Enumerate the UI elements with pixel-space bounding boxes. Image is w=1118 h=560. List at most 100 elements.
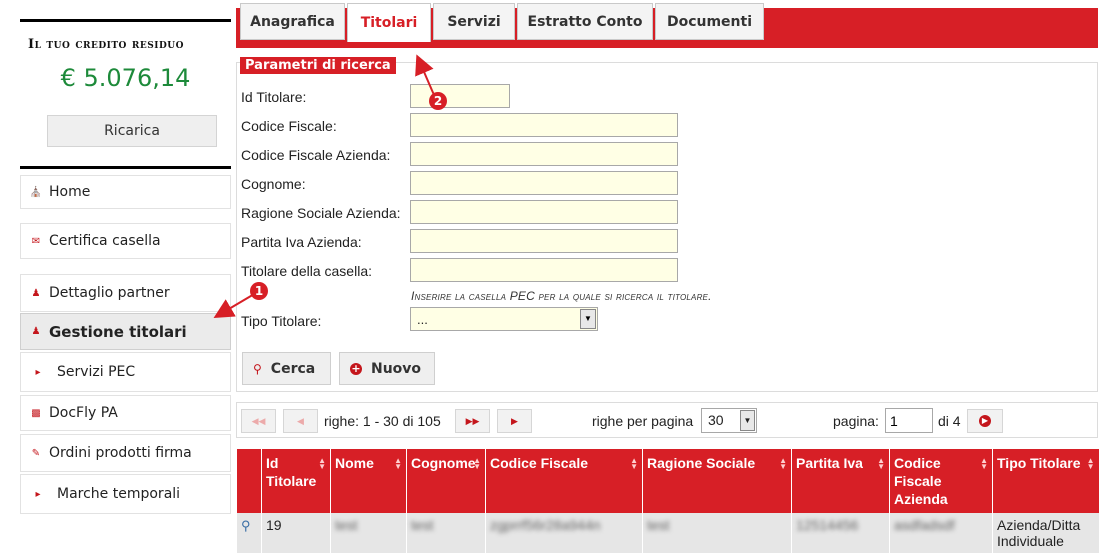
nav-item-label: Dettaglio partner (49, 285, 170, 301)
ragione-sociale-input[interactable] (410, 200, 678, 224)
pen-icon: ✎ (31, 447, 41, 459)
nav-item-label: Gestione titolari (49, 322, 187, 341)
search-button[interactable]: ⚲ Cerca (242, 352, 331, 385)
tab-documenti[interactable]: Documenti (655, 3, 764, 40)
codice-fiscale-input[interactable] (410, 113, 678, 137)
nav-item-gestione-titolari[interactable]: ♟ Gestione titolari (20, 313, 231, 350)
tipo-titolare-label: Tipo Titolare: (241, 313, 322, 329)
nav-item-label: Marche temporali (57, 486, 181, 502)
arrow-right-circle-icon: ▶ (979, 415, 991, 427)
sort-icon: ▲ ▼ (1086, 456, 1095, 471)
search-heading: Parametri di ricerca (240, 57, 396, 74)
column-header[interactable]: Partita Iva ▲ ▼ (791, 449, 890, 513)
nav-item-ordini-prodotti-firma[interactable]: ✎ Ordini prodotti firma (20, 434, 231, 472)
nav-item-home[interactable]: ⛪ Home (20, 175, 231, 209)
recharge-button[interactable]: Ricarica (47, 115, 217, 147)
column-header[interactable]: Codice Fiscale ▲ ▼ (485, 449, 643, 513)
table-header-icon-col (236, 449, 262, 513)
search-panel (236, 62, 1098, 392)
user-icon: ♟ (31, 287, 41, 299)
results-table: Id Titolare ▲ ▼ Nome ▲ ▼ Cognome ▲ ▼ Codice Fi… (236, 449, 1099, 553)
chevron-down-icon[interactable]: ▼ (740, 410, 755, 431)
table-row[interactable]: ⚲ 19 test test zgprrf56r28a944n test 125… (236, 513, 1099, 553)
codice-fiscale-azienda-label: Codice Fiscale Azienda: (241, 147, 391, 163)
last-page-button[interactable]: ▶ (497, 409, 532, 433)
credit-value: € 5.076,14 (60, 64, 191, 92)
cognome-input[interactable] (410, 171, 678, 195)
zoom-icon[interactable]: ⚲ (241, 518, 251, 533)
rows-per-page-value: 30 (708, 412, 724, 428)
partita-iva-label: Partita Iva Azienda: (241, 234, 362, 250)
search-icon: ⚲ (253, 361, 262, 376)
folder-icon: ▩ (31, 407, 41, 419)
partita-iva-input[interactable] (410, 229, 678, 253)
prev-page-button[interactable]: ◀ (283, 409, 318, 433)
nav-item-label: Certifica casella (49, 233, 161, 249)
user-icon: ♟ (31, 326, 41, 337)
codice-fiscale-azienda-input[interactable] (410, 142, 678, 166)
search-button-label: Cerca (270, 360, 316, 377)
sort-icon: ▲ ▼ (877, 456, 885, 471)
nav-item-docfly-pa[interactable]: ▩ DocFly PA (20, 395, 231, 431)
plus-circle-icon: + (350, 361, 362, 375)
annotation-badge-2: 2 (429, 92, 447, 110)
id-titolare-input[interactable] (410, 84, 510, 108)
nav-item-label: Home (49, 184, 91, 200)
tab-titolari[interactable]: Titolari (347, 3, 431, 42)
cell-ragione-sociale: test (642, 513, 792, 553)
cell-partita-iva: 12514456 (791, 513, 890, 553)
column-header[interactable]: Cognome ▲ ▼ (406, 449, 486, 513)
tab-servizi[interactable]: Servizi (433, 3, 515, 40)
column-header[interactable]: Ragione Sociale ▲ ▼ (642, 449, 792, 513)
page-number-input[interactable] (885, 408, 933, 433)
titolare-casella-label: Titolare della casella: (241, 263, 372, 279)
pec-hint: Inserire la casella PEC per la quale si … (411, 289, 712, 303)
ragione-sociale-label: Ragione Sociale Azienda: (241, 205, 401, 221)
chevron-down-icon[interactable]: ▼ (580, 309, 596, 329)
tipo-titolare-select[interactable]: ... ▼ (410, 307, 598, 331)
next-page-button[interactable]: ▶▶ (455, 409, 490, 433)
page-label: pagina: (833, 413, 879, 429)
nav-item-servizi-pec[interactable]: ▸ Servizi PEC (20, 352, 231, 392)
table-header-row: Id Titolare ▲ ▼ Nome ▲ ▼ Cognome ▲ ▼ Codice Fi… (236, 449, 1099, 513)
column-header[interactable]: Nome ▲ ▼ (330, 449, 407, 513)
go-page-button[interactable]: ▶ (967, 409, 1003, 433)
tipo-titolare-value: ... (417, 312, 428, 327)
sort-icon: ▲ ▼ (318, 456, 326, 471)
column-header[interactable]: Id Titolare ▲ ▼ (261, 449, 331, 513)
nav-item-label: Ordini prodotti firma (49, 445, 192, 461)
cell-codice-fiscale: zgprrf56r28a944n (485, 513, 643, 553)
sort-icon: ▲ ▼ (630, 456, 638, 471)
codice-fiscale-label: Codice Fiscale: (241, 118, 337, 134)
cell-cf-azienda: asdfadsdf (889, 513, 993, 553)
caret-right-icon: ▸ (35, 488, 41, 500)
annotation-badge-1: 1 (250, 282, 268, 300)
cell-id: 19 (261, 513, 331, 553)
rows-range-text: righe: 1 - 30 di 105 (324, 413, 441, 429)
sort-icon: ▲ ▼ (779, 456, 787, 471)
nav-item-dettaglio-partner[interactable]: ♟ Dettaglio partner (20, 274, 231, 312)
tab-anagrafica[interactable]: Anagrafica (240, 3, 345, 40)
envelope-icon: ✉ (31, 235, 41, 247)
nav-item-marche-temporali[interactable]: ▸ Marche temporali (20, 474, 231, 514)
tab-estratto-conto[interactable]: Estratto Conto (517, 3, 653, 40)
nav-item-label: DocFly PA (49, 405, 118, 421)
column-header[interactable]: Codice Fiscale Azienda ▲ ▼ (889, 449, 993, 513)
new-button[interactable]: + Nuovo (339, 352, 435, 385)
first-page-button[interactable]: ◀◀ (241, 409, 276, 433)
zoom-icon-cell[interactable]: ⚲ (236, 513, 262, 553)
cell-nome: test (330, 513, 407, 553)
sort-icon: ▲ ▼ (980, 456, 988, 471)
sort-icon: ▲ ▼ (394, 456, 402, 471)
cell-tipo-titolare: Azienda/Ditta Individuale (992, 513, 1099, 553)
column-header[interactable]: Tipo Titolare ▲ ▼ (992, 449, 1099, 513)
new-button-label: Nuovo (371, 360, 422, 377)
nav-item-certifica-casella[interactable]: ✉ Certifica casella (20, 223, 231, 259)
rows-per-page-select[interactable]: 30 ▼ (701, 408, 757, 433)
titolare-casella-input[interactable] (410, 258, 678, 282)
cognome-label: Cognome: (241, 176, 306, 192)
sort-icon: ▲ ▼ (473, 456, 481, 471)
caret-right-icon: ▸ (35, 366, 41, 378)
nav-item-label: Servizi PEC (57, 364, 136, 380)
rows-per-page-label: righe per pagina (592, 413, 694, 429)
